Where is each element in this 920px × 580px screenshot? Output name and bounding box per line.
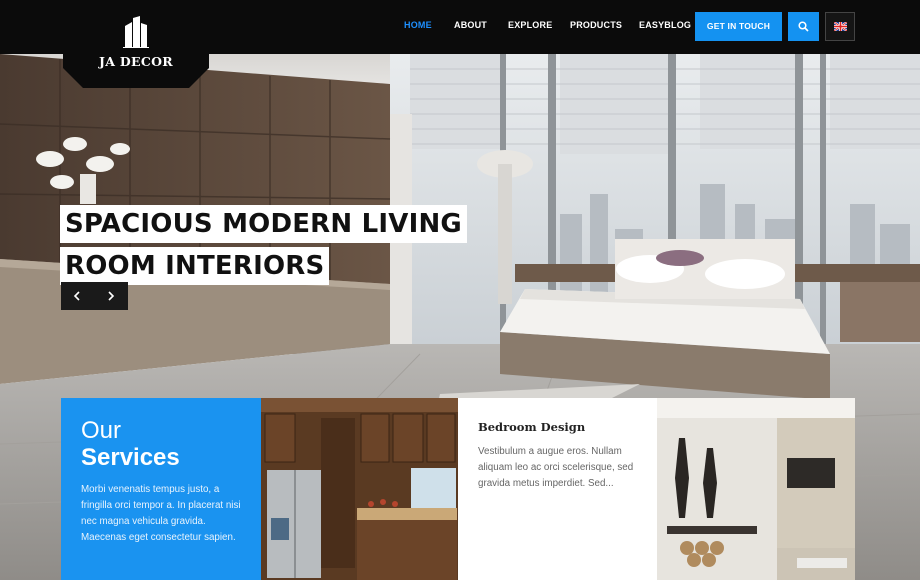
nav-item-home[interactable]: HOME: [404, 20, 432, 30]
chevron-left-icon: [73, 291, 80, 301]
slider-next-button[interactable]: [95, 282, 128, 310]
services-title-line2: Services: [81, 444, 180, 471]
nav-item-explore[interactable]: EXPLORE: [508, 20, 552, 30]
services-card: Our Services Morbi venenatis tempus just…: [61, 398, 261, 580]
site-logo[interactable]: JA DECOR: [63, 0, 209, 88]
search-icon: [798, 21, 809, 32]
language-button[interactable]: [825, 12, 855, 41]
search-button[interactable]: [788, 12, 819, 41]
bedroom-design-card: Bedroom Design Vestibulum a augue eros. …: [458, 398, 657, 580]
services-description: Morbi venenatis tempus justo, a fringill…: [81, 484, 241, 543]
slider-prev-button[interactable]: [61, 282, 94, 310]
hero-headline-line2: ROOM INTERIORS: [60, 247, 330, 285]
get-in-touch-button[interactable]: GET IN TOUCH: [695, 12, 782, 41]
nav-item-about[interactable]: ABOUT: [454, 20, 487, 30]
bedroom-title[interactable]: Bedroom Design: [478, 420, 637, 434]
interior-image[interactable]: [657, 398, 855, 580]
bedroom-description: Vestibulum a augue eros. Nullam aliquam …: [478, 446, 634, 489]
kitchen-image[interactable]: [261, 398, 458, 580]
nav-item-products[interactable]: PRODUCTS: [570, 20, 622, 30]
brand-name: JA DECOR: [99, 54, 173, 69]
building-icon: [123, 16, 149, 48]
hero-headline-line1: SPACIOUS MODERN LIVING: [60, 205, 467, 243]
chevron-right-icon: [108, 291, 115, 301]
uk-flag-icon: [834, 22, 847, 31]
services-title-line1: Our: [81, 417, 122, 444]
slider-controls: [61, 282, 128, 310]
nav-item-easyblog[interactable]: EASYBLOG: [639, 20, 691, 30]
